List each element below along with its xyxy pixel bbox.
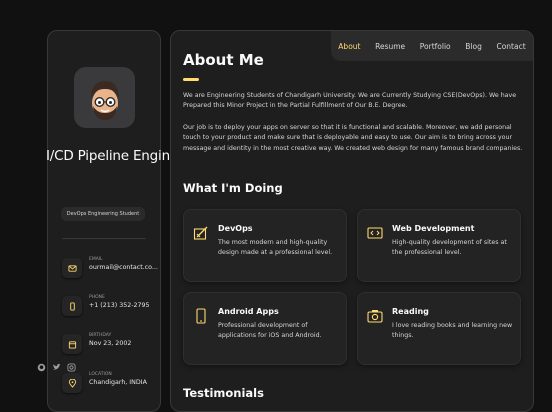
page: I/CD Pipeline Enginee DevOps Engineering… bbox=[0, 0, 552, 412]
email-link[interactable]: ourmail@contact.co... bbox=[89, 264, 159, 271]
phone-icon bbox=[193, 308, 209, 324]
avatar-illustration bbox=[90, 80, 119, 120]
service-card-web-development: Web Development High-quality development… bbox=[357, 209, 521, 282]
nav-about[interactable]: About bbox=[338, 42, 360, 51]
github-icon[interactable] bbox=[37, 357, 46, 372]
service-title: Android Apps bbox=[218, 307, 279, 316]
email-label: EMAIL bbox=[89, 257, 103, 262]
service-card-devops: DevOps The most modern and high-quality … bbox=[183, 209, 347, 282]
navbar: About Resume Portfolio Blog Contact bbox=[331, 31, 533, 61]
sidebar-separator bbox=[62, 238, 146, 239]
nav-resume[interactable]: Resume bbox=[375, 42, 405, 51]
heading-underline bbox=[183, 78, 199, 81]
nav-portfolio[interactable]: Portfolio bbox=[420, 42, 451, 51]
mail-icon bbox=[62, 258, 82, 278]
location-value: Chandigarh, INDIA bbox=[89, 379, 147, 386]
calendar-icon bbox=[62, 334, 82, 354]
phone-label: PHONE bbox=[89, 295, 105, 300]
service-text: High-quality development of sites at the… bbox=[392, 239, 507, 257]
profile-name: I/CD Pipeline Enginee bbox=[46, 148, 187, 164]
contact-email: EMAIL ourmail@contact.co... bbox=[62, 255, 158, 287]
sidebar: I/CD Pipeline Enginee DevOps Engineering… bbox=[46, 30, 186, 412]
services-heading: What I'm Doing bbox=[183, 181, 283, 195]
social-links bbox=[37, 357, 77, 372]
service-card-reading: Reading I love reading books and learnin… bbox=[357, 292, 521, 365]
location-label: LOCATION bbox=[89, 372, 112, 377]
instagram-icon[interactable] bbox=[67, 357, 76, 372]
about-paragraph-1: We are Engineering Students of Chandigar… bbox=[183, 92, 517, 110]
contact-location: LOCATION Chandigarh, INDIA bbox=[62, 370, 158, 402]
about-heading: About Me bbox=[183, 51, 264, 69]
location-pin-icon bbox=[62, 373, 82, 393]
service-title: Web Development bbox=[392, 224, 475, 233]
service-title: Reading bbox=[392, 307, 429, 316]
birthday-label: BIRTHDAY bbox=[89, 333, 112, 338]
twitter-icon[interactable] bbox=[52, 357, 61, 370]
testimonials-heading: Testimonials bbox=[183, 386, 264, 400]
profile-title-badge: DevOps Engineering Student bbox=[61, 207, 145, 221]
code-icon bbox=[367, 225, 383, 241]
contact-phone: PHONE +1 (213) 352-2795 bbox=[62, 293, 158, 325]
phone-icon bbox=[62, 296, 82, 316]
service-card-android-apps: Android Apps Professional development of… bbox=[183, 292, 347, 365]
avatar bbox=[74, 67, 135, 128]
main-content: About Resume Portfolio Blog Contact Abou… bbox=[170, 30, 534, 412]
nav-blog[interactable]: Blog bbox=[465, 42, 482, 51]
nav-contact[interactable]: Contact bbox=[496, 42, 525, 51]
service-title: DevOps bbox=[218, 224, 253, 233]
service-text: Professional development of applications… bbox=[218, 322, 322, 340]
service-text: The most modern and high-quality design … bbox=[218, 239, 333, 257]
about-paragraph-2: Our job is to deploy your apps on server… bbox=[183, 124, 523, 152]
birthday-value: Nov 23, 2002 bbox=[89, 340, 132, 347]
design-icon bbox=[193, 225, 209, 241]
service-text: I love reading books and learning new th… bbox=[392, 322, 513, 340]
phone-link[interactable]: +1 (213) 352-2795 bbox=[89, 302, 159, 309]
camera-icon bbox=[367, 308, 383, 324]
